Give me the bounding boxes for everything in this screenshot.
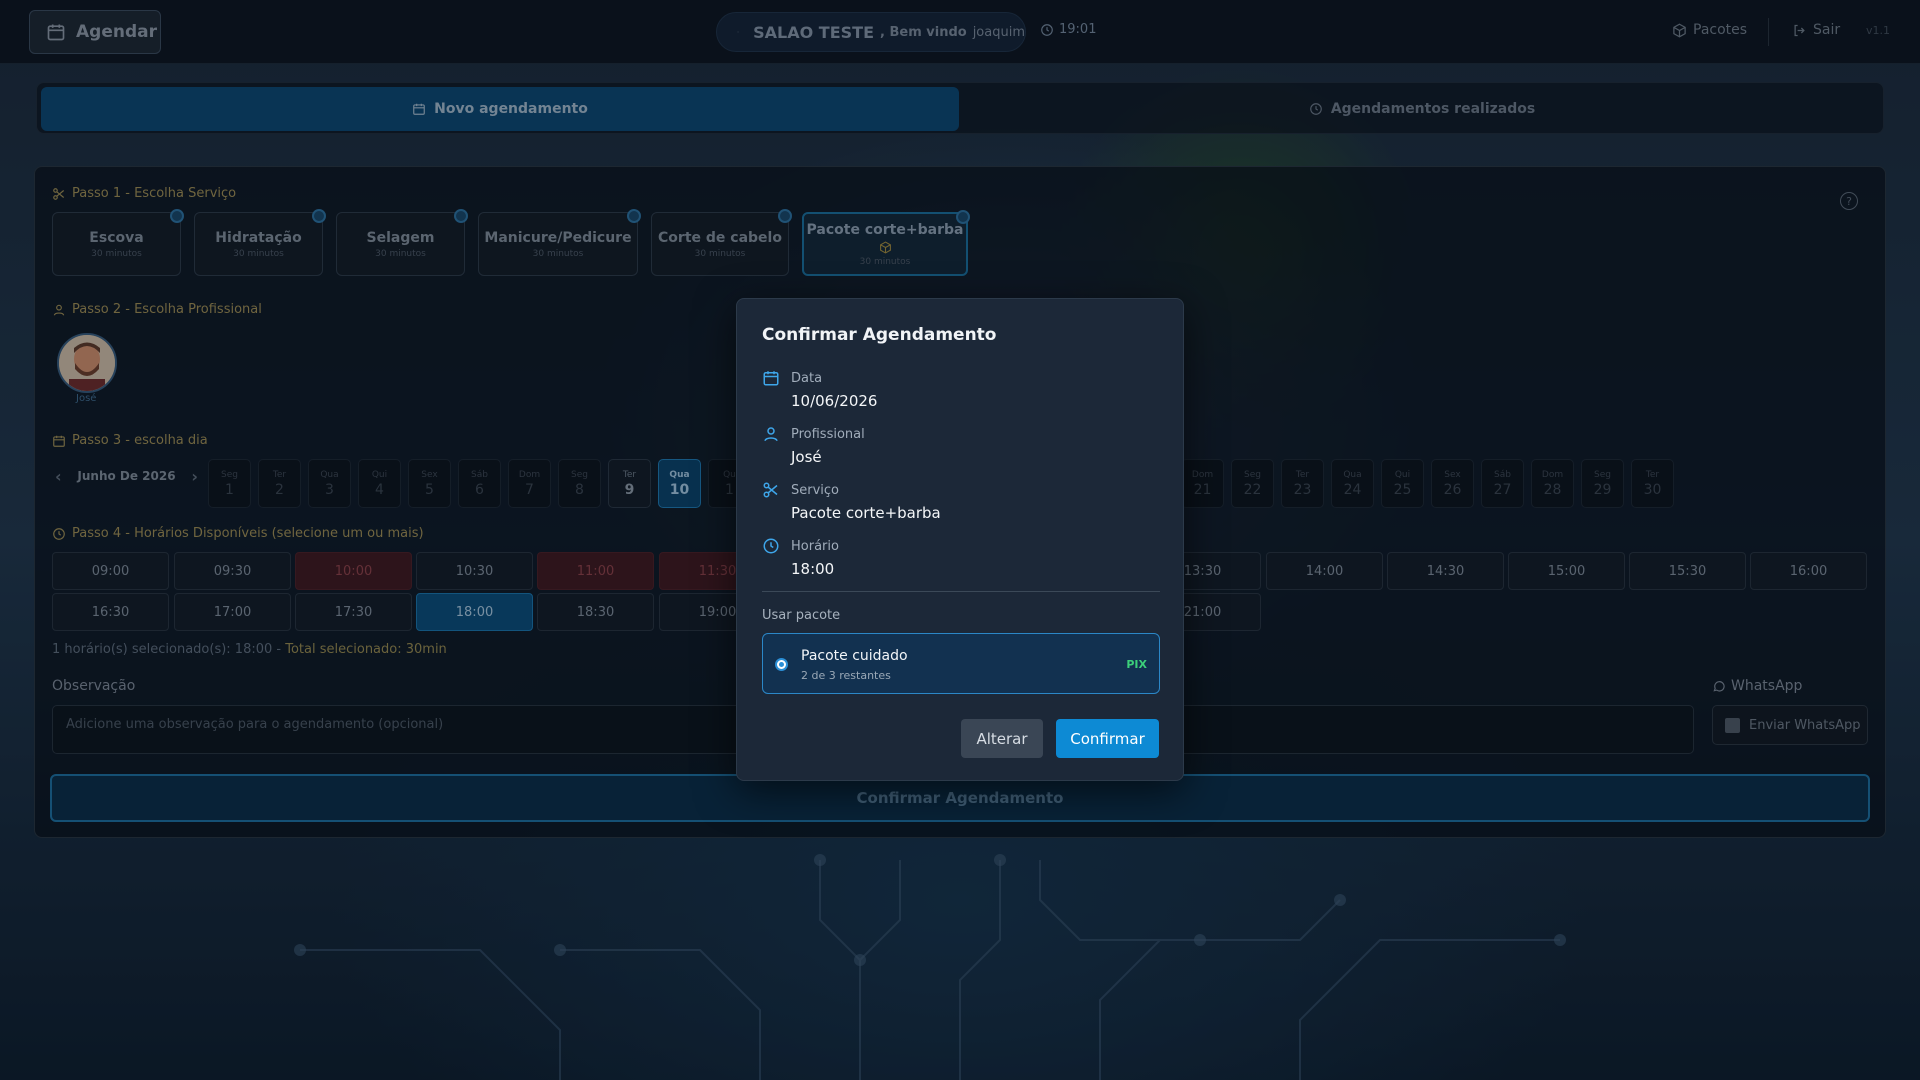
package-radio[interactable]: [775, 658, 788, 671]
package-option[interactable]: Pacote cuidado 2 de 3 restantes PIX: [762, 633, 1160, 694]
calendar-icon: [763, 371, 779, 386]
servico-value: Pacote corte+barba: [791, 504, 941, 522]
modal-title: Confirmar Agendamento: [762, 325, 997, 345]
modal-divider: [762, 591, 1160, 592]
profissional-value: José: [791, 448, 822, 466]
horario-value: 18:00: [791, 560, 835, 578]
data-value: 10/06/2026: [791, 392, 878, 410]
modal-row-profissional: Profissional José: [762, 425, 865, 466]
alterar-button[interactable]: Alterar: [961, 719, 1043, 758]
confirm-modal: Confirmar Agendamento Data 10/06/2026 Pro…: [736, 298, 1184, 781]
usar-pacote-label: Usar pacote: [762, 608, 841, 623]
package-name: Pacote cuidado: [801, 648, 908, 664]
profissional-label: Profissional: [791, 427, 865, 442]
scissors-icon: [763, 482, 778, 498]
confirmar-button[interactable]: Confirmar: [1056, 719, 1159, 758]
horario-label: Horário: [791, 539, 839, 554]
clock-icon: [763, 538, 779, 554]
package-remaining: 2 de 3 restantes: [801, 669, 891, 682]
pix-badge: PIX: [1126, 658, 1147, 671]
modal-row-horario: Horário 18:00: [762, 537, 839, 578]
data-label: Data: [791, 371, 823, 386]
servico-label: Serviço: [791, 483, 840, 498]
modal-row-data: Data 10/06/2026: [762, 369, 877, 410]
modal-row-servico: Serviço Pacote corte+barba: [762, 481, 941, 522]
user-icon: [764, 427, 778, 442]
